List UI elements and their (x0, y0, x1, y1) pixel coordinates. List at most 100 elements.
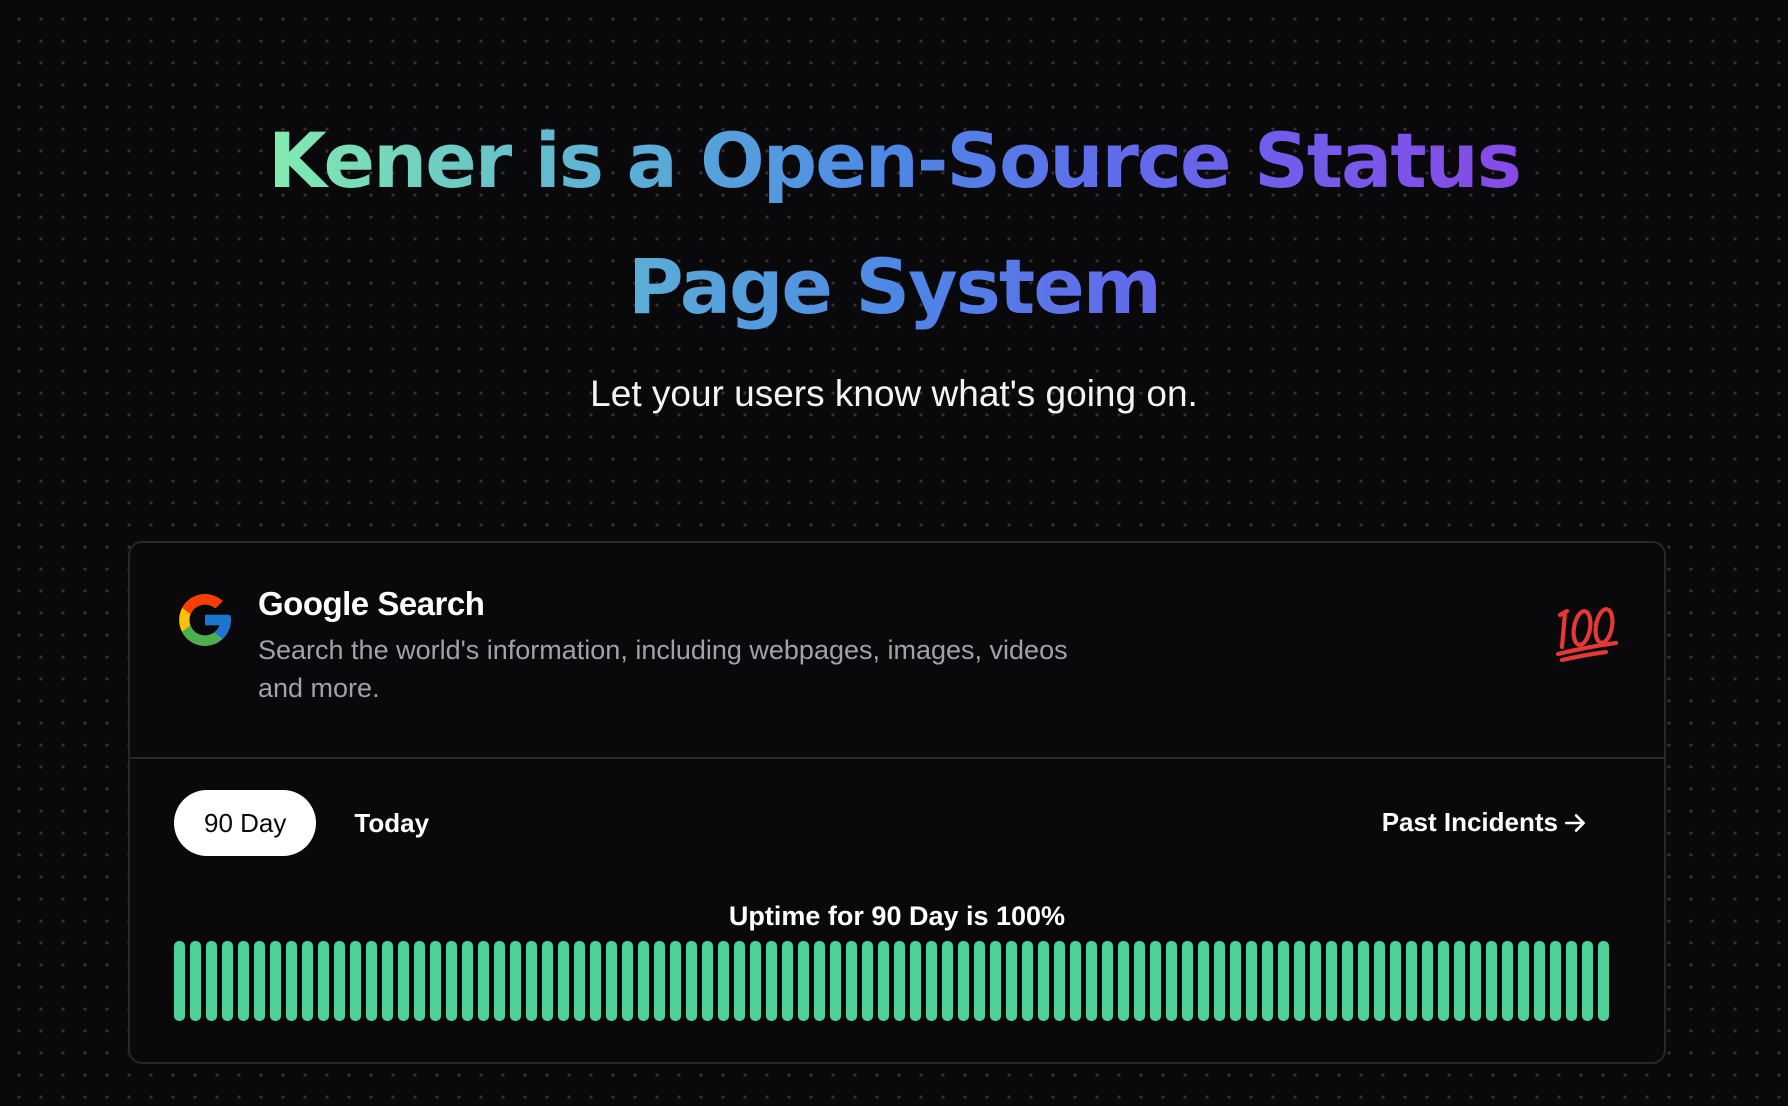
uptime-bar[interactable] (1486, 941, 1497, 1021)
uptime-bar[interactable] (1326, 941, 1337, 1021)
uptime-bar[interactable] (206, 941, 217, 1021)
uptime-bar[interactable] (782, 941, 793, 1021)
google-g-icon (179, 594, 231, 646)
uptime-bar[interactable] (1022, 941, 1033, 1021)
uptime-bar[interactable] (830, 941, 841, 1021)
uptime-bar[interactable] (1134, 941, 1145, 1021)
monitor-header: Google Search Search the world's informa… (130, 543, 1664, 759)
hero-title-line-2: Page System (144, 224, 1644, 350)
uptime-bar[interactable] (958, 941, 969, 1021)
uptime-bar[interactable] (638, 941, 649, 1021)
uptime-bar[interactable] (1342, 941, 1353, 1021)
uptime-bar[interactable] (1582, 941, 1593, 1021)
tab-90-day[interactable]: 90 Day (174, 790, 317, 856)
uptime-bar[interactable] (1118, 941, 1129, 1021)
uptime-bar[interactable] (1006, 941, 1017, 1021)
uptime-bar[interactable] (846, 941, 857, 1021)
uptime-bar[interactable] (1182, 941, 1193, 1021)
uptime-bar[interactable] (190, 941, 201, 1021)
uptime-bar[interactable] (1358, 941, 1369, 1021)
arrow-right-icon (1565, 813, 1585, 832)
uptime-bar[interactable] (1438, 941, 1449, 1021)
uptime-bar[interactable] (926, 941, 937, 1021)
uptime-bar[interactable] (542, 941, 553, 1021)
uptime-bar[interactable] (350, 941, 361, 1021)
past-incidents-link[interactable]: Past Incidents (1382, 807, 1588, 838)
uptime-bar[interactable] (318, 941, 329, 1021)
uptime-bar[interactable] (302, 941, 313, 1021)
uptime-bar[interactable] (622, 941, 633, 1021)
uptime-bar[interactable] (654, 941, 665, 1021)
uptime-bar[interactable] (366, 941, 377, 1021)
uptime-bar[interactable] (606, 941, 617, 1021)
uptime-bar[interactable] (894, 941, 905, 1021)
uptime-bar[interactable] (1086, 941, 1097, 1021)
uptime-bar[interactable] (510, 941, 521, 1021)
uptime-bar[interactable] (1550, 941, 1561, 1021)
uptime-bar[interactable] (686, 941, 697, 1021)
uptime-bar[interactable] (1198, 941, 1209, 1021)
uptime-bar[interactable] (910, 941, 921, 1021)
uptime-bar[interactable] (1534, 941, 1545, 1021)
uptime-bar[interactable] (1390, 941, 1401, 1021)
uptime-bar[interactable] (1470, 941, 1481, 1021)
uptime-bar[interactable] (1454, 941, 1465, 1021)
uptime-bar[interactable] (398, 941, 409, 1021)
uptime-bar[interactable] (574, 941, 585, 1021)
uptime-bar[interactable] (1166, 941, 1177, 1021)
uptime-bar[interactable] (526, 941, 537, 1021)
uptime-bar[interactable] (254, 941, 265, 1021)
uptime-bar[interactable] (1502, 941, 1513, 1021)
uptime-bar[interactable] (1598, 941, 1609, 1021)
uptime-bar[interactable] (1070, 941, 1081, 1021)
uptime-bar[interactable] (878, 941, 889, 1021)
uptime-bar[interactable] (446, 941, 457, 1021)
uptime-bar[interactable] (1102, 941, 1113, 1021)
uptime-bar[interactable] (1150, 941, 1161, 1021)
uptime-bar[interactable] (862, 941, 873, 1021)
uptime-bar[interactable] (1278, 941, 1289, 1021)
uptime-bar[interactable] (1518, 941, 1529, 1021)
uptime-bar[interactable] (718, 941, 729, 1021)
uptime-bar[interactable] (222, 941, 233, 1021)
uptime-bar[interactable] (414, 941, 425, 1021)
uptime-bar[interactable] (1422, 941, 1433, 1021)
uptime-bar[interactable] (238, 941, 249, 1021)
uptime-bar[interactable] (1294, 941, 1305, 1021)
uptime-bar[interactable] (974, 941, 985, 1021)
uptime-bar[interactable] (1230, 941, 1241, 1021)
uptime-bar[interactable] (942, 941, 953, 1021)
uptime-bar[interactable] (174, 941, 185, 1021)
uptime-bar[interactable] (734, 941, 745, 1021)
uptime-bar[interactable] (1262, 941, 1273, 1021)
uptime-bar[interactable] (1566, 941, 1577, 1021)
uptime-bar[interactable] (1246, 941, 1257, 1021)
uptime-bar[interactable] (430, 941, 441, 1021)
uptime-bar[interactable] (990, 941, 1001, 1021)
uptime-bar[interactable] (558, 941, 569, 1021)
hero-title: Kener is a Open-Source Status Page Syste… (144, 98, 1644, 350)
uptime-bar[interactable] (1214, 941, 1225, 1021)
uptime-bar[interactable] (382, 941, 393, 1021)
tab-today[interactable]: Today (324, 790, 459, 856)
uptime-bar[interactable] (798, 941, 809, 1021)
uptime-bar[interactable] (1054, 941, 1065, 1021)
uptime-bar[interactable] (766, 941, 777, 1021)
uptime-bar[interactable] (590, 941, 601, 1021)
uptime-bar[interactable] (670, 941, 681, 1021)
uptime-bar[interactable] (286, 941, 297, 1021)
uptime-bar[interactable] (270, 941, 281, 1021)
uptime-bar[interactable] (750, 941, 761, 1021)
uptime-bar[interactable] (1374, 941, 1385, 1021)
uptime-bar[interactable] (1310, 941, 1321, 1021)
uptime-bar[interactable] (494, 941, 505, 1021)
uptime-bar[interactable] (334, 941, 345, 1021)
range-tabs: 90 Day Today (174, 790, 459, 856)
uptime-bar[interactable] (1038, 941, 1049, 1021)
uptime-bar[interactable] (462, 941, 473, 1021)
uptime-bar[interactable] (478, 941, 489, 1021)
hero-subtitle: Let your users know what's going on. (590, 373, 1198, 414)
uptime-bar[interactable] (1406, 941, 1417, 1021)
uptime-bar[interactable] (702, 941, 713, 1021)
uptime-bar[interactable] (814, 941, 825, 1021)
